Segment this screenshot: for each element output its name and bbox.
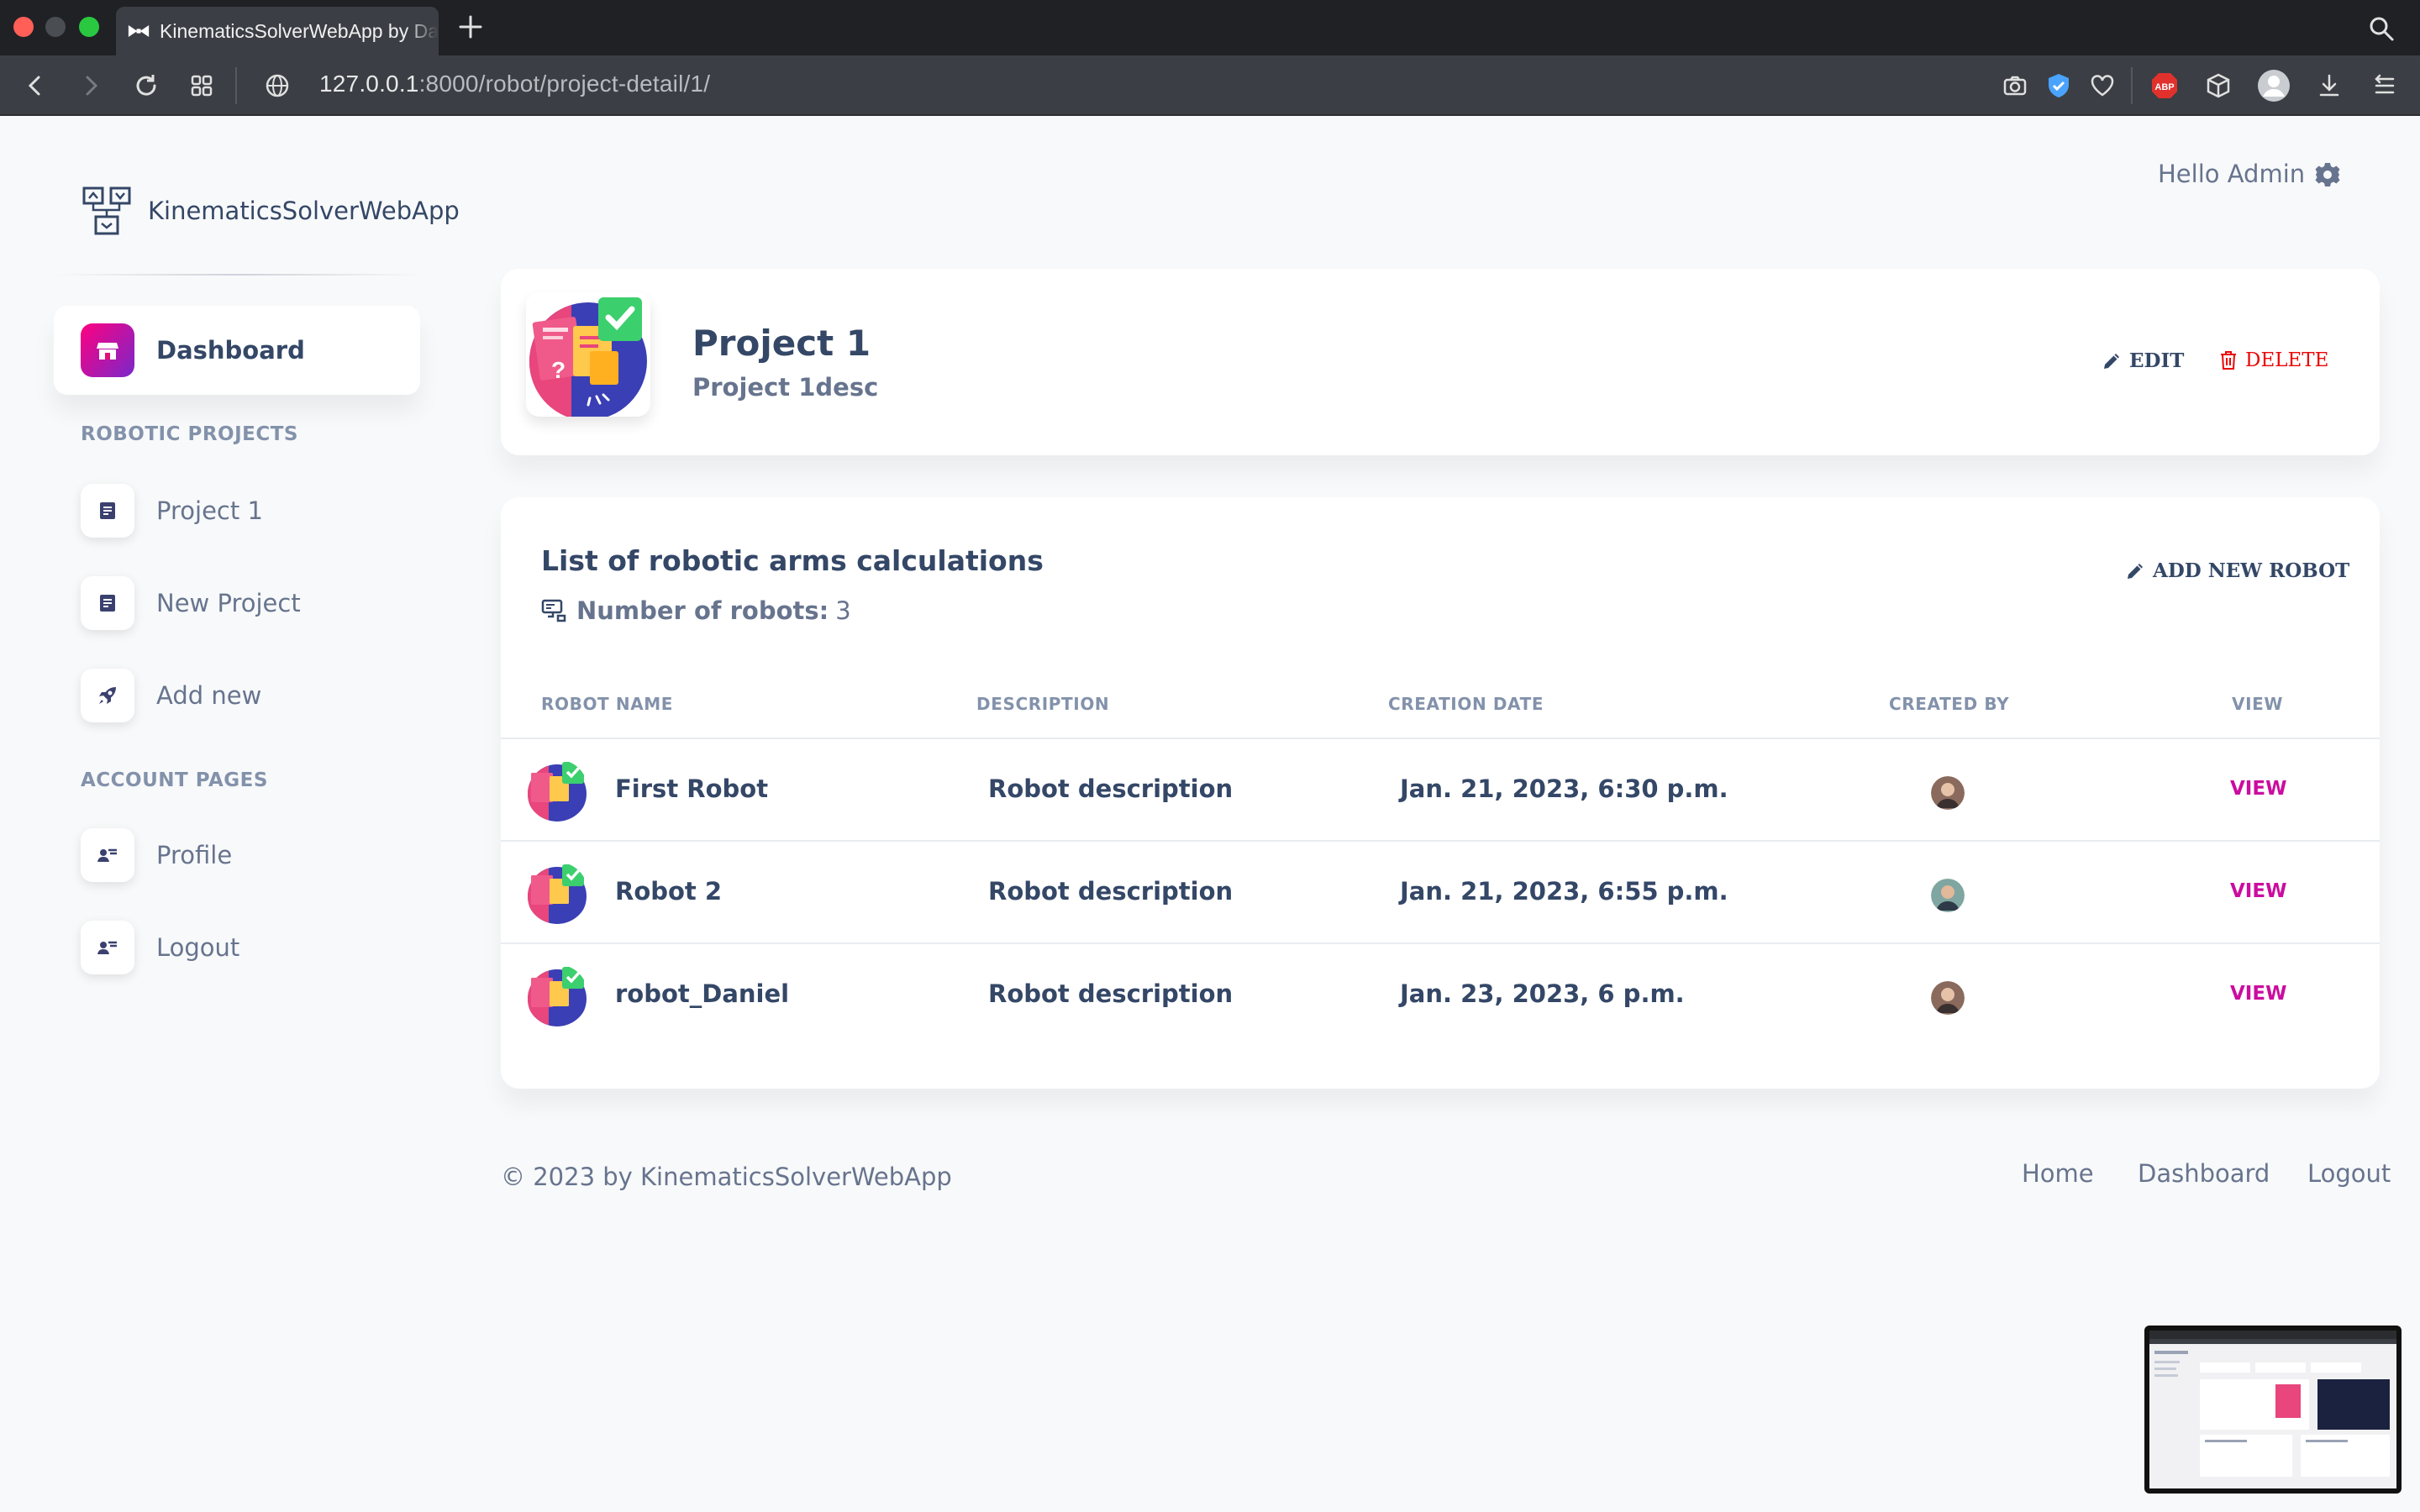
footer-link-home[interactable]: Home: [2022, 1159, 2094, 1188]
brand[interactable]: KinematicsSolverWebApp: [81, 185, 460, 237]
robot-creation-date: Jan. 23, 2023, 6 p.m.: [1400, 979, 1685, 1008]
user-card-icon: [81, 921, 134, 974]
robot-count: Number of robots: 3: [541, 596, 851, 625]
shield-icon[interactable]: [2044, 71, 2074, 101]
profile-avatar-icon[interactable]: [2257, 69, 2291, 102]
robot-image: [526, 759, 588, 822]
sidebar-item-label: Logout: [156, 933, 240, 962]
globe-icon: [266, 74, 289, 97]
sidebar-item-new-project[interactable]: New Project: [81, 576, 301, 630]
shop-icon: [81, 323, 134, 377]
robot-name: robot_Daniel: [615, 979, 790, 1008]
sidebar-divider: [54, 274, 424, 276]
sidebar-item-project-1[interactable]: Project 1: [81, 484, 263, 538]
url-field[interactable]: 127.0.0.1:8000/robot/project-detail/1/: [319, 71, 710, 97]
cube-icon[interactable]: [2203, 71, 2233, 101]
view-link[interactable]: VIEW: [2230, 983, 2286, 1005]
svg-text:ABP: ABP: [2154, 82, 2174, 92]
address-bar: 127.0.0.1:8000/robot/project-detail/1/ A…: [0, 55, 2420, 116]
robots-list-card: List of robotic arms calculations Number…: [501, 497, 2380, 1089]
project-image: ?: [526, 292, 650, 417]
sidebar-item-label: Project 1: [156, 496, 263, 525]
bowtie-favicon-icon: [128, 25, 150, 37]
reload-icon[interactable]: [131, 71, 161, 101]
server-stack-icon: [541, 599, 566, 622]
sidebar-item-dashboard[interactable]: Dashboard: [54, 306, 420, 395]
sidebar-item-label: New Project: [156, 589, 301, 617]
creator-avatar: [1931, 776, 1965, 810]
back-icon[interactable]: [20, 71, 50, 101]
project-card: ? Project 1 Project 1desc EDIT DELETE: [501, 269, 2380, 455]
robot-description: Robot description: [988, 979, 1234, 1008]
tab-title: KinematicsSolverWebApp by Da: [160, 19, 439, 42]
pencil-icon: [2128, 563, 2143, 579]
column-header-creation-date: CREATION DATE: [1388, 694, 1544, 714]
forward-icon[interactable]: [76, 71, 106, 101]
gear-icon[interactable]: [2314, 161, 2341, 188]
column-header-created-by: CREATED BY: [1889, 694, 2010, 714]
robot-image: [526, 964, 588, 1026]
robot-image: [526, 862, 588, 924]
sidebar-item-profile[interactable]: Profile: [81, 828, 232, 882]
sidebar-item-label: Add new: [156, 681, 262, 710]
delete-button[interactable]: DELETE: [2218, 349, 2328, 371]
trash-icon: [2221, 351, 2236, 370]
window-minimize-button[interactable]: [45, 17, 66, 37]
robot-count-value: 3: [835, 596, 851, 625]
search-icon[interactable]: [2368, 15, 2395, 42]
column-header-view: VIEW: [2232, 694, 2284, 714]
rocket-icon: [81, 669, 134, 722]
table-row: First Robot Robot description Jan. 21, 2…: [501, 738, 2380, 840]
user-card-icon: [81, 828, 134, 882]
robot-name: First Robot: [615, 774, 769, 803]
sidebar-item-label: Dashboard: [156, 336, 305, 365]
network-logo-icon: [82, 186, 131, 235]
new-tab-icon[interactable]: [455, 12, 486, 42]
svg-text:?: ?: [551, 357, 566, 383]
robot-creation-date: Jan. 21, 2023, 6:30 p.m.: [1400, 774, 1728, 803]
sidebar-section-projects: ROBOTIC PROJECTS: [81, 423, 299, 445]
robot-description: Robot description: [988, 877, 1234, 906]
camera-icon[interactable]: [2000, 71, 2030, 101]
robot-name: Robot 2: [615, 877, 723, 906]
pencil-icon: [2104, 353, 2119, 369]
column-header-robot-name: ROBOT NAME: [541, 694, 674, 714]
screenshot-thumbnail[interactable]: [2144, 1326, 2402, 1494]
project-title: Project 1: [692, 323, 871, 364]
download-icon[interactable]: [2314, 71, 2344, 101]
footer-link-dashboard[interactable]: Dashboard: [2138, 1159, 2270, 1188]
project-description: Project 1desc: [692, 373, 879, 402]
window-close-button[interactable]: [13, 17, 34, 37]
add-new-robot-button[interactable]: ADD NEW ROBOT: [2124, 559, 2349, 582]
footer-copyright: © 2023 by KinematicsSolverWebApp: [501, 1163, 952, 1191]
sidebar-item-add-new[interactable]: Add new: [81, 669, 261, 722]
user-greeting[interactable]: Hello Admin: [2158, 160, 2305, 188]
footer-link-logout[interactable]: Logout: [2307, 1159, 2391, 1188]
document-icon: [81, 484, 134, 538]
view-link[interactable]: VIEW: [2230, 880, 2286, 902]
window-zoom-button[interactable]: [79, 17, 99, 37]
sidebar-section-account: ACCOUNT PAGES: [81, 769, 268, 791]
document-icon: [81, 576, 134, 630]
creator-avatar: [1931, 981, 1965, 1015]
tiles-icon[interactable]: [187, 71, 217, 101]
view-link[interactable]: VIEW: [2230, 778, 2286, 800]
list-title: List of robotic arms calculations: [541, 544, 1044, 577]
adblock-icon[interactable]: ABP: [2149, 71, 2180, 101]
sidebar-item-label: Profile: [156, 841, 233, 869]
edit-button[interactable]: EDIT: [2101, 349, 2184, 372]
browser-tab[interactable]: KinematicsSolverWebApp by Da: [116, 7, 439, 55]
robot-description: Robot description: [988, 774, 1234, 803]
creator-avatar: [1931, 879, 1965, 912]
brand-name: KinematicsSolverWebApp: [148, 197, 460, 225]
sidebar-item-logout[interactable]: Logout: [81, 921, 239, 974]
table-row: Robot 2 Robot description Jan. 21, 2023,…: [501, 840, 2380, 942]
menu-icon[interactable]: [2370, 71, 2400, 101]
browser-tab-bar: KinematicsSolverWebApp by Da: [0, 0, 2420, 55]
heart-icon[interactable]: [2087, 71, 2118, 101]
robot-count-label: Number of robots:: [576, 596, 829, 625]
robot-creation-date: Jan. 21, 2023, 6:55 p.m.: [1400, 877, 1728, 906]
table-row: robot_Daniel Robot description Jan. 23, …: [501, 942, 2380, 1045]
column-header-description: DESCRIPTION: [976, 694, 1110, 714]
